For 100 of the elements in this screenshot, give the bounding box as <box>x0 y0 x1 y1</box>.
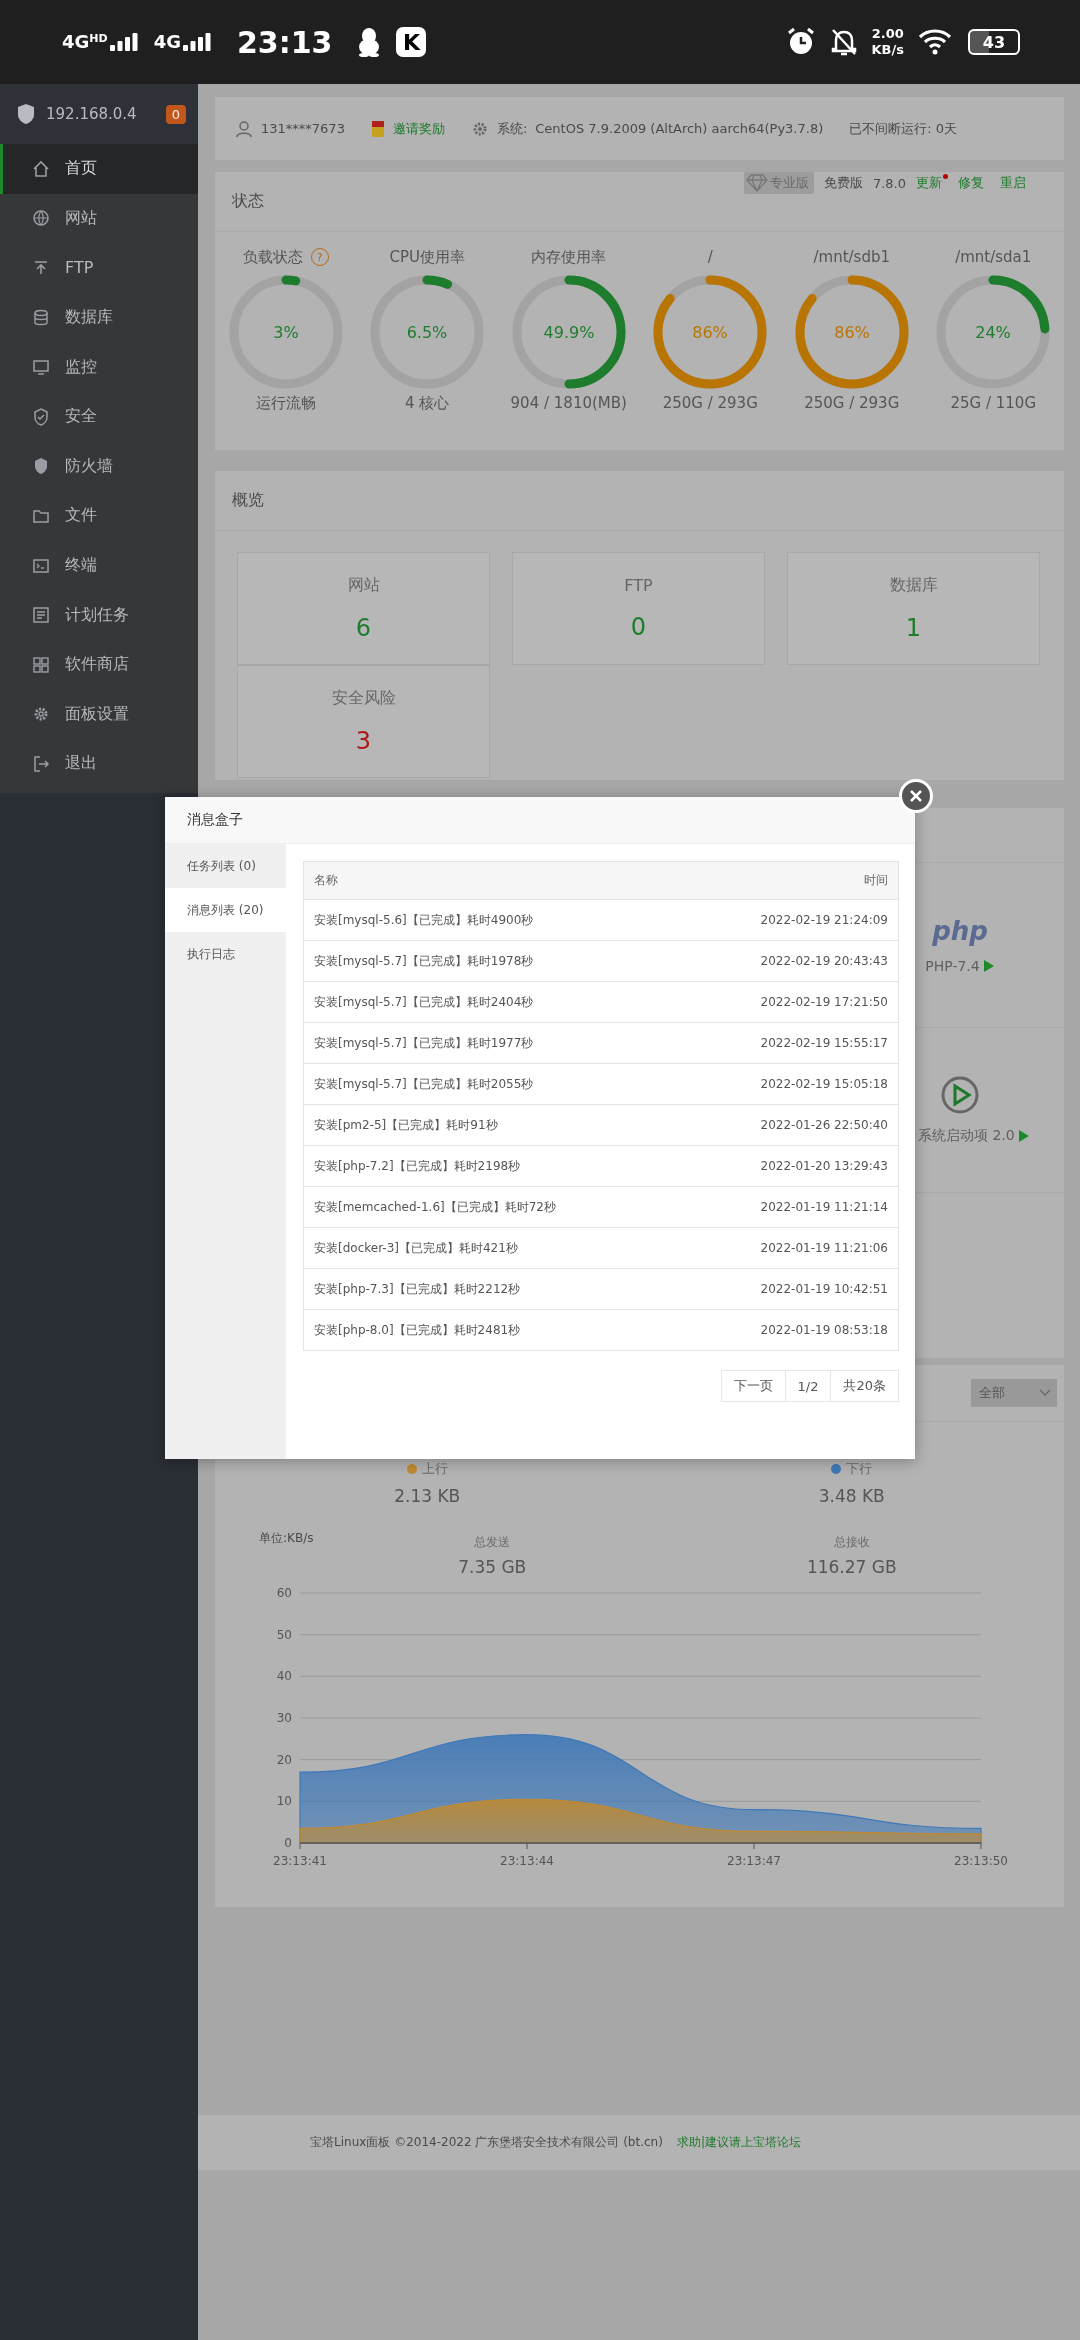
table-cell: 2022-02-19 20:43:43 <box>684 940 899 982</box>
system-label: 系统: <box>496 119 528 138</box>
gauge-caption: 250G / 293G <box>804 394 900 412</box>
sidebar-item[interactable]: 网站 <box>0 193 198 244</box>
chevron-icon <box>1039 1389 1051 1397</box>
sidebar-item[interactable]: 终端 <box>0 540 198 591</box>
table-cell: 2022-01-19 08:53:18 <box>684 1309 899 1351</box>
table-cell: 安装[pm2-5]【已完成】耗时91秒 <box>303 1104 684 1146</box>
dialog-tab[interactable]: 消息列表 (20) <box>165 888 286 932</box>
table-cell: 安装[php-7.2]【已完成】耗时2198秒 <box>303 1145 684 1187</box>
dialog-tab[interactable]: 任务列表 (0) <box>165 844 286 888</box>
panel-title: 状态 <box>232 191 264 212</box>
panel-title: 概览 <box>232 490 264 511</box>
gauge-caption: 4 核心 <box>405 394 450 413</box>
gauge-title: CPU使用率 <box>389 247 465 267</box>
network-label: 4G$^{HD}$ <box>62 33 108 51</box>
pagination-item[interactable]: 1/2 <box>784 1370 832 1402</box>
play-icon <box>940 1075 980 1115</box>
table-cell: 2022-01-20 13:29:43 <box>684 1145 899 1187</box>
wifi-icon <box>918 28 954 56</box>
gift-icon <box>370 119 385 138</box>
tile-label: 安全风险 <box>331 688 396 709</box>
triangle-icon <box>1017 1129 1030 1143</box>
total-value: 7.35 GB <box>458 1557 527 1577</box>
table-cell: 2022-02-19 15:55:17 <box>684 1022 899 1064</box>
gauge-title: 负载状态 <box>242 247 303 267</box>
user-account: 131****7673 <box>261 121 345 136</box>
version-number: 7.8.0 <box>872 175 906 191</box>
shield-icon <box>16 103 36 125</box>
close-button[interactable] <box>899 779 933 813</box>
tile-count: 3 <box>355 727 372 755</box>
sidebar-item[interactable]: 安全 <box>0 391 198 442</box>
gauge-title: / <box>707 248 713 266</box>
table-cell: 安装[php-8.0]【已完成】耗时2481秒 <box>303 1309 684 1351</box>
unit-label: 单位:KB/s <box>258 1530 315 1547</box>
close-icon <box>909 789 923 803</box>
dialog-tab[interactable]: 执行日志 <box>165 932 286 976</box>
sidebar-item[interactable]: 退出 <box>0 739 198 789</box>
table-cell: 2022-02-19 21:24:09 <box>684 899 899 941</box>
axis-tick-label: 23:13:47 <box>727 1854 781 1868</box>
axis-tick-label: 50 <box>276 1627 292 1642</box>
gauge-caption: 904 / 1810(MB) <box>510 394 627 412</box>
software-link[interactable]: 系统启动项 2.0 <box>918 1127 1030 1145</box>
axis-tick-label: 10 <box>276 1794 292 1809</box>
speed-unit: KB/s <box>871 42 904 58</box>
axis-tick-label: 23:13:44 <box>500 1854 554 1868</box>
sidebar-item[interactable]: 计划任务 <box>0 590 198 640</box>
column-header: 名称 <box>303 861 684 900</box>
battery-icon: 43 <box>968 29 1020 55</box>
pagination-item[interactable]: 共20条 <box>830 1370 899 1402</box>
notification-badge[interactable]: 0 <box>165 104 186 124</box>
grid-icon <box>31 654 51 675</box>
table-cell: 安装[mysql-5.7]【已完成】耗时2055秒 <box>303 1063 684 1105</box>
signal-icon <box>109 33 140 51</box>
logout-icon <box>31 753 51 774</box>
table-cell: 安装[mysql-5.7]【已完成】耗时2404秒 <box>303 981 684 1023</box>
total-value: 116.27 GB <box>806 1557 897 1577</box>
uptime-text: 已不间断运行: 0天 <box>849 119 958 138</box>
overview-tile[interactable]: 安全风险 3 <box>237 665 490 778</box>
speed-reading: 2.13 KB <box>394 1486 461 1506</box>
gauge-caption: 运行流畅 <box>255 394 316 413</box>
sidebar-item[interactable]: 文件 <box>0 491 198 541</box>
edition-label: 免费版 <box>823 174 863 192</box>
database-icon <box>31 307 51 328</box>
table-cell: 2022-02-19 17:21:50 <box>684 981 899 1023</box>
list-icon <box>31 605 51 626</box>
sidebar-item[interactable]: 面板设置 <box>0 689 198 740</box>
column-header: 时间 <box>684 861 899 900</box>
globe-icon <box>31 208 51 229</box>
pagination-item[interactable]: 下一页 <box>720 1370 786 1402</box>
table-cell: 2022-02-19 15:05:18 <box>684 1063 899 1105</box>
sidebar-item[interactable]: 监控 <box>0 342 198 392</box>
server-address: 192.168.0.4 <box>46 105 138 123</box>
legend-item: 下行 <box>831 1460 873 1478</box>
axis-tick-label: 30 <box>276 1711 292 1725</box>
signal-icon <box>182 33 213 51</box>
total-label: 总发送 <box>474 1534 511 1551</box>
gauge-title: /mnt/sdb1 <box>813 248 890 266</box>
gauge-caption: 25G / 110G <box>950 394 1037 412</box>
monitor-icon <box>31 357 51 378</box>
sidebar-item[interactable]: 首页 <box>0 144 198 194</box>
total-label: 总接收 <box>833 1534 870 1551</box>
speed-value: 2.00 <box>871 26 904 42</box>
gauge-title: /mnt/sda1 <box>955 248 1032 266</box>
axis-tick-label: 0 <box>284 1836 292 1850</box>
table-cell: 安装[php-7.3]【已完成】耗时2212秒 <box>303 1268 684 1310</box>
tile-label: FTP <box>624 576 653 595</box>
axis-tick-label: 60 <box>276 1586 292 1600</box>
axis-tick-label: 23:13:50 <box>954 1854 1008 1868</box>
dialog-title: 消息盒子 <box>187 811 243 829</box>
tile-count: 6 <box>355 614 372 642</box>
axis-tick-label: 20 <box>276 1752 292 1767</box>
table-cell: 安装[docker-3]【已完成】耗时421秒 <box>303 1227 684 1269</box>
sidebar-item[interactable]: 防火墙 <box>0 441 198 492</box>
sidebar-item[interactable]: 软件商店 <box>0 639 198 690</box>
table-cell: 2022-01-19 11:21:14 <box>684 1186 899 1228</box>
sidebar-item[interactable]: 数据库 <box>0 292 198 343</box>
table-cell: 2022-01-19 11:21:06 <box>684 1227 899 1269</box>
sidebar-item[interactable]: FTP <box>0 243 198 293</box>
alarm-icon <box>785 27 816 57</box>
